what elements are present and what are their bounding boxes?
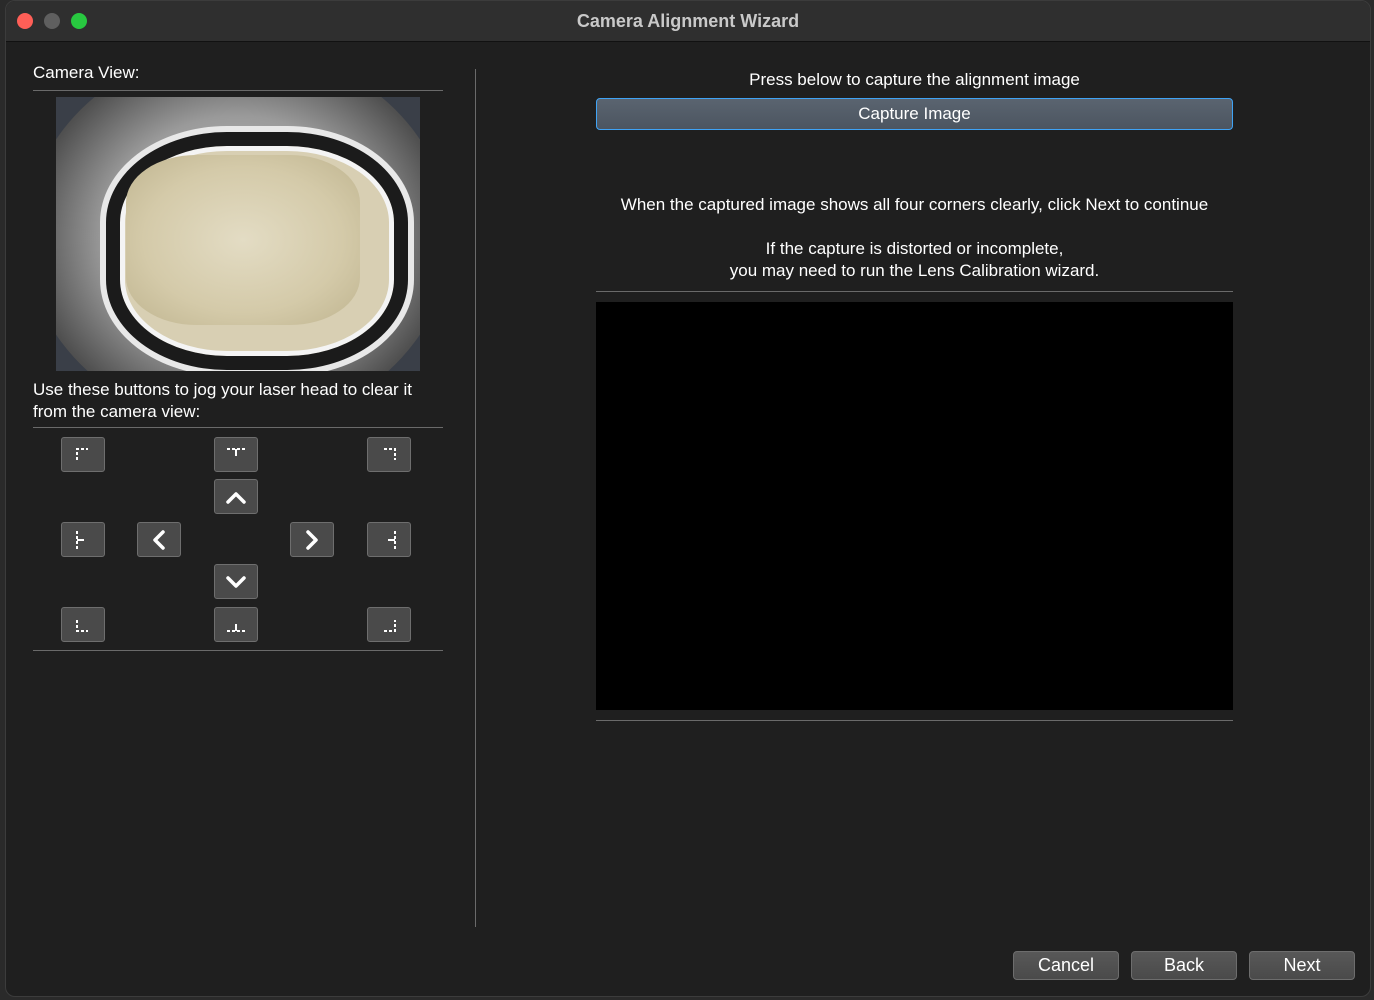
jog-down-button[interactable]: [214, 564, 258, 599]
jog-instructions: Use these buttons to jog your laser head…: [33, 380, 412, 421]
window-title: Camera Alignment Wizard: [576, 11, 800, 31]
jog-bottom-center-button[interactable]: [214, 607, 258, 642]
distortion-warning-line2: you may need to run the Lens Calibration…: [729, 261, 1100, 280]
edge-left-center-icon: [76, 530, 84, 549]
jog-right-edge-button[interactable]: [367, 522, 411, 557]
edge-top-center-icon: [227, 447, 245, 456]
jog-bottom-left-button[interactable]: [61, 607, 105, 642]
distortion-warning-line1: If the capture is distorted or incomplet…: [765, 239, 1064, 258]
panel-separator: [475, 69, 476, 927]
captured-image-preview: [596, 302, 1233, 710]
next-button[interactable]: Next: [1249, 951, 1355, 980]
jog-left-edge-button[interactable]: [61, 522, 105, 557]
jog-right-button[interactable]: [290, 522, 334, 557]
chevron-down-icon: [226, 575, 246, 588]
jog-divider-bottom: [33, 650, 443, 651]
camera-view-divider: [33, 90, 443, 91]
jog-bottom-right-button[interactable]: [367, 607, 411, 642]
back-button[interactable]: Back: [1131, 951, 1237, 980]
cancel-button[interactable]: Cancel: [1013, 951, 1119, 980]
jog-top-left-button[interactable]: [61, 437, 105, 472]
capture-image-button[interactable]: Capture Image: [596, 98, 1233, 130]
preview-divider-top: [596, 291, 1233, 292]
edge-right-center-icon: [388, 530, 396, 549]
corner-bottom-right-icon: [384, 619, 396, 632]
jog-divider-top: [33, 427, 443, 428]
camera-view-label: Camera View:: [33, 63, 140, 82]
preview-divider-bottom: [596, 720, 1233, 721]
camera-live-view: [56, 97, 420, 371]
wizard-window: Camera Alignment Wizard Camera View: Use…: [5, 0, 1371, 997]
chevron-right-icon: [306, 529, 318, 550]
title-bar: Camera Alignment Wizard: [6, 1, 1370, 42]
jog-left-button[interactable]: [137, 522, 181, 557]
jog-up-button[interactable]: [214, 479, 258, 514]
capture-prompt: Press below to capture the alignment ima…: [749, 70, 1080, 89]
corner-top-right-icon: [384, 447, 396, 460]
chevron-up-icon: [226, 491, 246, 504]
jog-top-right-button[interactable]: [367, 437, 411, 472]
corner-top-left-icon: [76, 447, 88, 460]
edge-bottom-center-icon: [227, 623, 245, 632]
next-instructions: When the captured image shows all four c…: [620, 195, 1209, 214]
jog-top-center-button[interactable]: [214, 437, 258, 472]
camera-bed-surface: [126, 155, 360, 325]
chevron-left-icon: [153, 529, 165, 550]
corner-bottom-left-icon: [76, 619, 88, 632]
